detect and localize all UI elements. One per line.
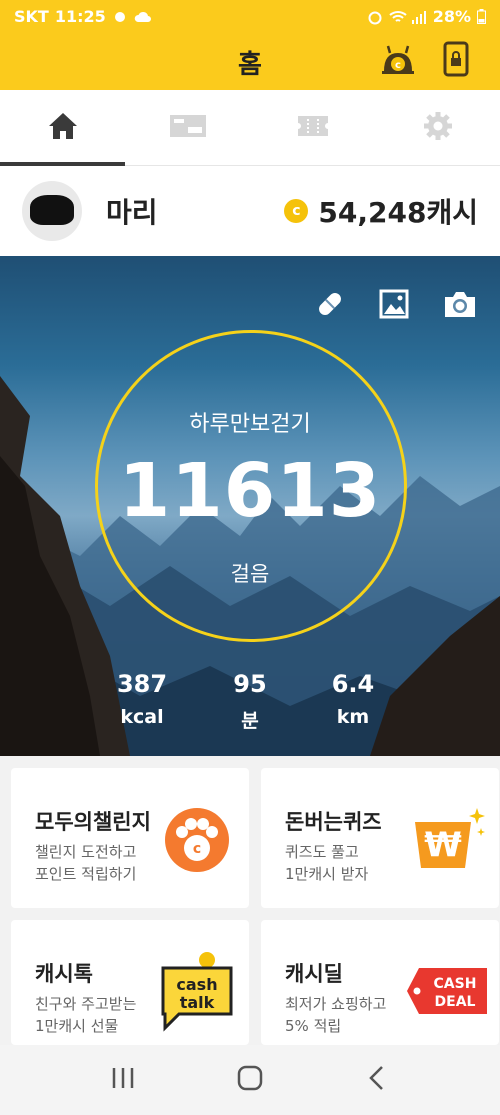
- card-description: 최저가 쇼핑하고 5% 적립: [285, 995, 387, 1035]
- svg-text:CASH: CASH: [434, 976, 477, 992]
- cashtalk-card[interactable]: 캐시톡 친구와 주고받는 1만캐시 선물 cash talk: [11, 920, 249, 1045]
- won-quiz-icon: ₩: [411, 804, 485, 874]
- camera-button[interactable]: [440, 286, 480, 326]
- carrier-label: SKT: [14, 6, 49, 26]
- stat-value: 95: [233, 670, 267, 698]
- back-button[interactable]: [347, 1050, 407, 1110]
- tab-settings[interactable]: [375, 90, 500, 165]
- step-count: 11613: [118, 448, 382, 534]
- coupon-icon: [297, 114, 329, 142]
- page-title: 홈: [238, 50, 262, 80]
- cashdeal-tag-icon: CASH DEAL: [405, 966, 489, 1016]
- back-chevron-icon: [367, 1065, 387, 1095]
- card-title: 돈버는퀴즈: [285, 810, 382, 834]
- background-image-button[interactable]: [374, 286, 414, 326]
- svg-text:c: c: [193, 841, 201, 857]
- home-icon: [47, 111, 79, 145]
- cash-character-button[interactable]: c: [378, 41, 418, 81]
- username: 마리: [106, 196, 158, 229]
- battery-icon: [477, 9, 486, 24]
- card-description: 퀴즈도 풀고 1만캐시 받자: [285, 843, 369, 883]
- lock-screen-button[interactable]: [436, 41, 476, 81]
- phone-lock-icon: [443, 41, 469, 81]
- stat-unit: km: [336, 706, 370, 728]
- calorie-stat: 387 kcal: [92, 670, 192, 728]
- cloud-icon: [134, 9, 151, 23]
- status-bar: SKT 11:25 28%: [0, 0, 500, 32]
- cash-amount: 54,248캐시: [318, 196, 478, 229]
- card-title: 모두의챌린지: [35, 810, 151, 834]
- paw-icon: c: [161, 804, 233, 874]
- svg-text:₩: ₩: [424, 825, 462, 865]
- stat-value: 387: [116, 670, 168, 698]
- signal-icon: [411, 9, 427, 24]
- stat-unit: 분: [241, 710, 259, 732]
- minutes-stat: 95 분: [200, 670, 300, 733]
- card-description: 친구와 주고받는 1만캐시 선물: [35, 995, 137, 1035]
- pill-button[interactable]: [310, 286, 350, 326]
- home-nav-button[interactable]: [220, 1050, 280, 1110]
- svg-text:DEAL: DEAL: [435, 994, 476, 1010]
- svg-text:talk: talk: [180, 993, 215, 1012]
- notification-icon: [112, 9, 128, 23]
- cash-character-icon: c: [380, 41, 416, 81]
- card-title: 캐시딜: [285, 962, 343, 986]
- battery-label: 28%: [432, 6, 471, 26]
- profile-row: 마리 c 54,248캐시: [0, 166, 500, 256]
- gear-icon: [422, 110, 454, 146]
- challenge-card[interactable]: 모두의챌린지 챌린지 도전하고 포인트 적립하기 c: [11, 768, 249, 908]
- quiz-card[interactable]: 돈버는퀴즈 퀴즈도 풀고 1만캐시 받자 ₩: [261, 768, 499, 908]
- step-unit: 걸음: [230, 562, 270, 586]
- svg-text:cash: cash: [176, 975, 217, 994]
- card-title: 캐시톡: [35, 962, 93, 986]
- tab-bar: [0, 90, 500, 166]
- goal-label: 하루만보걷기: [189, 412, 311, 437]
- tab-coupon[interactable]: [250, 90, 375, 165]
- cash-balance[interactable]: c 54,248캐시: [284, 191, 478, 231]
- wifi-icon: [389, 9, 407, 23]
- avatar[interactable]: [22, 181, 82, 241]
- alarm-icon: [367, 9, 383, 25]
- stat-unit: kcal: [120, 706, 164, 728]
- recent-apps-button[interactable]: [93, 1050, 153, 1110]
- tab-ticket[interactable]: [125, 90, 250, 165]
- ticket-icon: [169, 113, 207, 143]
- camera-icon: [442, 289, 478, 323]
- home-circle-icon: [237, 1065, 263, 1095]
- pill-icon: [314, 288, 346, 324]
- recent-apps-icon: [110, 1066, 136, 1094]
- image-icon: [379, 289, 409, 323]
- svg-text:c: c: [395, 60, 401, 71]
- stat-value: 6.4: [331, 670, 375, 698]
- system-nav-bar: [0, 1045, 500, 1115]
- app-header: 홈 c: [0, 32, 500, 90]
- cashtalk-logo-icon: cash talk: [159, 948, 237, 1032]
- clock: 11:25: [54, 6, 106, 26]
- cashdeal-card[interactable]: 캐시딜 최저가 쇼핑하고 5% 적립 CASH DEAL: [261, 920, 499, 1045]
- tab-home[interactable]: [0, 90, 125, 166]
- card-description: 챌린지 도전하고 포인트 적립하기: [35, 843, 137, 883]
- distance-stat: 6.4 km: [303, 670, 403, 728]
- walk-hero: 하루만보걷기 11613 걸음 387 kcal 95 분 6.4 km: [0, 256, 500, 756]
- coin-icon: c: [284, 199, 309, 223]
